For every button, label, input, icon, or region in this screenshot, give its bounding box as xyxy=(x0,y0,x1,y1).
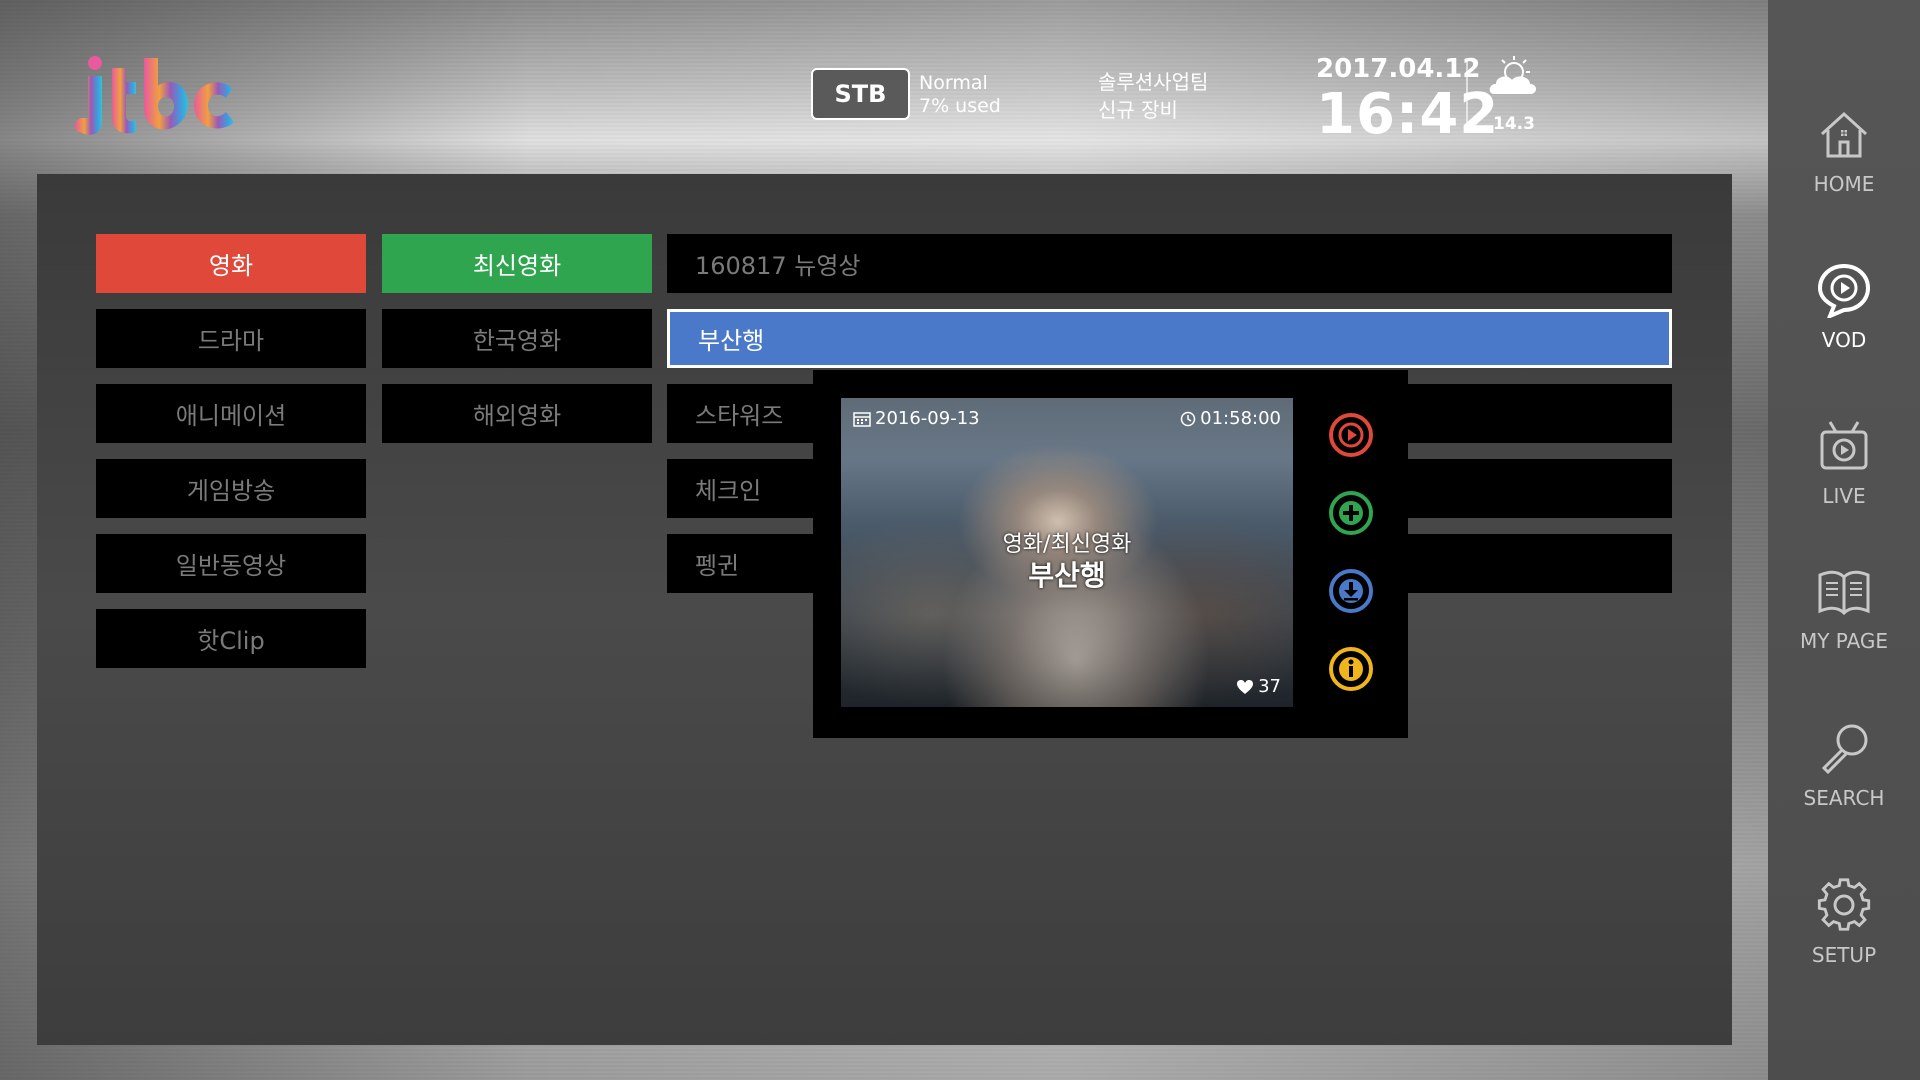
calendar-icon xyxy=(853,411,871,427)
subcategory-foreign[interactable]: 해외영화 xyxy=(382,384,652,443)
category-game[interactable]: 게임방송 xyxy=(96,459,366,518)
list-item-selected[interactable]: 부산행 xyxy=(667,309,1672,368)
nav-home[interactable]: HOME xyxy=(1768,106,1920,216)
download-icon xyxy=(1329,569,1373,613)
device-name: 신규 장비 xyxy=(1098,98,1178,122)
download-button[interactable] xyxy=(1327,567,1375,615)
home-icon xyxy=(1820,111,1868,158)
likes-count: 37 xyxy=(1258,676,1281,697)
category-general-video[interactable]: 일반동영상 xyxy=(96,534,366,593)
stb-badge: STB xyxy=(811,68,910,120)
release-date-text: 2016-09-13 xyxy=(875,408,980,429)
temperature: 14.3 xyxy=(1493,114,1535,134)
nav-search[interactable]: SEARCH xyxy=(1768,720,1920,830)
category-animation[interactable]: 애니메이션 xyxy=(96,384,366,443)
stb-status-text: Normal xyxy=(919,72,988,94)
nav-mypage[interactable]: MY PAGE xyxy=(1768,563,1920,673)
category-drama[interactable]: 드라마 xyxy=(96,309,366,368)
team-info: 솔루션사업팀 신규 장비 xyxy=(1098,68,1208,124)
info-button[interactable] xyxy=(1327,645,1375,693)
current-time: 16:42 xyxy=(1316,82,1500,147)
live-tv-icon xyxy=(1820,421,1868,470)
nav-setup-label: SETUP xyxy=(1811,943,1877,967)
nav-live[interactable]: LIVE xyxy=(1768,418,1920,528)
clock-icon xyxy=(1180,411,1196,426)
nav-home-label: HOME xyxy=(1813,172,1875,196)
gear-icon xyxy=(1817,878,1871,931)
heart-icon xyxy=(1237,679,1254,694)
info-icon xyxy=(1329,647,1373,691)
cloud-sun-icon xyxy=(1484,52,1540,108)
nav-live-label: LIVE xyxy=(1822,484,1866,508)
team-name: 솔루션사업팀 xyxy=(1098,70,1209,94)
nav-setup[interactable]: SETUP xyxy=(1768,877,1920,987)
duration-text: 01:58:00 xyxy=(1200,408,1281,429)
vod-icon xyxy=(1817,263,1871,318)
header-divider xyxy=(1466,60,1468,130)
poster-title: 부산행 xyxy=(1028,559,1106,592)
nav-search-label: SEARCH xyxy=(1803,786,1885,810)
category-movie[interactable]: 영화 xyxy=(96,234,366,293)
book-icon xyxy=(1818,570,1870,616)
category-hot-clip[interactable]: 핫Clip xyxy=(96,609,366,668)
duration: 01:58:00 xyxy=(1180,408,1281,429)
stb-status: Normal 7% used xyxy=(919,72,1001,118)
play-icon xyxy=(1329,413,1373,457)
detail-popup: 2016-09-13 01:58:00 영화/최신영화 부산행 37 xyxy=(813,370,1408,738)
current-date: 2017.04.12 xyxy=(1316,54,1481,84)
release-date: 2016-09-13 xyxy=(853,408,980,429)
list-item[interactable]: 160817 뉴영상 xyxy=(667,234,1672,293)
play-button[interactable] xyxy=(1327,411,1375,459)
search-icon xyxy=(1821,724,1868,775)
side-nav: HOME VOD LIVE MY PAGE SEARCH SETUP xyxy=(1768,0,1920,1080)
likes: 37 xyxy=(1236,676,1281,697)
add-icon xyxy=(1329,491,1373,535)
subcategory-korean[interactable]: 한국영화 xyxy=(382,309,652,368)
jtbc-logo xyxy=(72,48,242,138)
nav-vod[interactable]: VOD xyxy=(1768,262,1920,372)
movie-poster[interactable]: 2016-09-13 01:58:00 영화/최신영화 부산행 37 xyxy=(841,398,1293,707)
nav-mypage-label: MY PAGE xyxy=(1799,629,1889,653)
subcategory-latest[interactable]: 최신영화 xyxy=(382,234,652,293)
stb-usage-text: 7% used xyxy=(919,95,1001,117)
add-button[interactable] xyxy=(1327,489,1375,537)
nav-vod-label: VOD xyxy=(1821,328,1867,352)
